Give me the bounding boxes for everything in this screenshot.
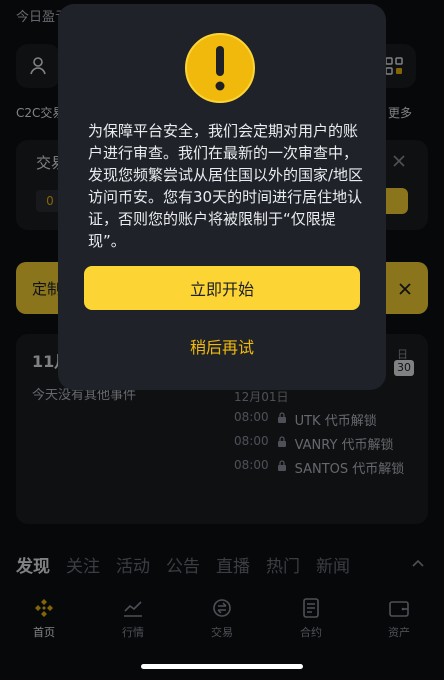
try-later-button[interactable]: 稍后再试 [84, 326, 360, 366]
start-now-button[interactable]: 立即开始 [84, 266, 360, 310]
dialog-message: 为保障平台安全，我们会定期对用户的账户进行审查。我们在最新的一次审查中，发现您频… [88, 122, 364, 250]
home-indicator [141, 664, 303, 669]
warning-icon [185, 33, 255, 103]
residency-verification-dialog: 为保障平台安全，我们会定期对用户的账户进行审查。我们在最新的一次审查中，发现您频… [58, 4, 386, 390]
